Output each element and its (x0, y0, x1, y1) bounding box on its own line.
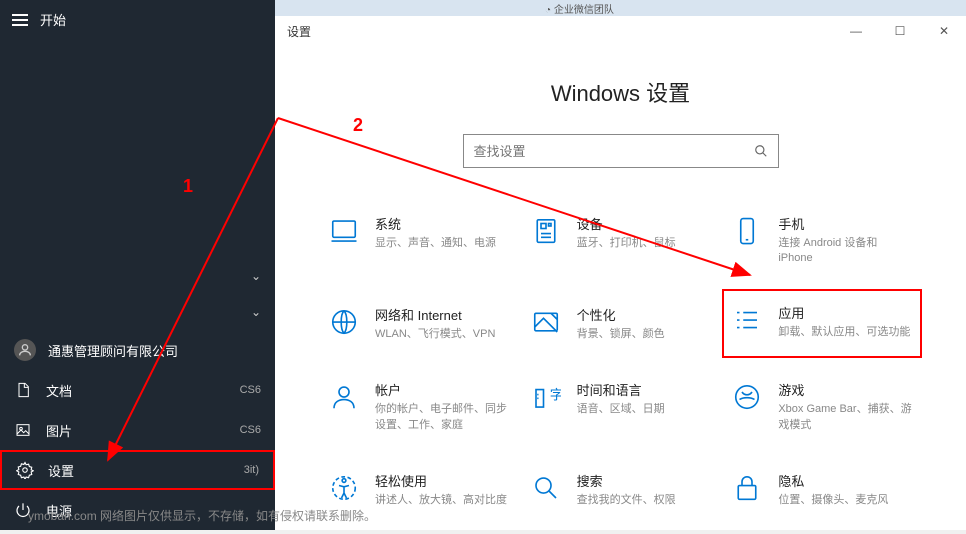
tile-title: 游戏 (778, 380, 914, 399)
pictures-label: 图片 (46, 421, 72, 440)
background-tab-strip: ◔ 企业微信团队 (275, 0, 966, 16)
tile-title: 轻松使用 (375, 471, 507, 490)
pictures-icon (14, 421, 32, 439)
tile-title: 隐私 (778, 471, 888, 490)
tile-personalization[interactable]: 个性化背景、锁屏、颜色 (525, 299, 717, 348)
ease-icon (327, 471, 361, 505)
titlebar: 设置 ― ☐ ✕ (275, 16, 966, 46)
window-controls: ― ☐ ✕ (834, 16, 966, 46)
recent-suffix: CS6 (240, 424, 261, 436)
time-icon: 字 (529, 380, 563, 414)
start-title: 开始 (40, 10, 66, 29)
tile-title: 个性化 (577, 305, 665, 324)
tile-title: 网络和 Internet (375, 305, 495, 324)
tile-search[interactable]: 搜索查找我的文件、权限 (525, 465, 717, 514)
search-tile-icon (529, 471, 563, 505)
recent-app-2[interactable]: ⌄ (0, 294, 275, 330)
chevron-down-icon: ⌄ (251, 305, 261, 319)
recent-suffix: 3it) (244, 464, 259, 476)
recent-app-1[interactable]: ⌄ (0, 258, 275, 294)
tile-network[interactable]: 网络和 Internet WLAN、飞行模式、VPN (323, 299, 515, 348)
user-name: 通惠管理顾问有限公司 (48, 341, 178, 360)
accounts-icon (327, 380, 361, 414)
start-menu: 开始 ⌄ ⌄ 通惠管理顾问有限公司 文档 CS6 图片 CS6 设置 3it) … (0, 0, 275, 530)
tile-accounts[interactable]: 帐户你的帐户、电子邮件、同步设置、工作、家庭 (323, 374, 515, 439)
tile-gaming[interactable]: 游戏 Xbox Game Bar、捕获、游戏模式 (726, 374, 918, 439)
settings-label: 设置 (48, 461, 74, 480)
tile-system[interactable]: 系统显示、声音、通知、电源 (323, 208, 515, 273)
maximize-button[interactable]: ☐ (878, 16, 922, 46)
tile-title: 帐户 (375, 380, 511, 399)
tile-sub: 讲述人、放大镜、高对比度 (375, 493, 507, 508)
tile-phone[interactable]: 手机连接 Android 设备和 iPhone (726, 208, 918, 273)
search-input[interactable] (474, 144, 754, 159)
gear-icon (16, 461, 34, 479)
tile-title: 系统 (375, 214, 496, 233)
tile-sub: Xbox Game Bar、捕获、游戏模式 (778, 402, 914, 433)
tile-devices[interactable]: 设备蓝牙、打印机、鼠标 (525, 208, 717, 273)
tile-title: 设备 (577, 214, 676, 233)
svg-text:字: 字 (549, 388, 560, 403)
search-icon (754, 144, 768, 158)
tile-sub: 连接 Android 设备和 iPhone (778, 236, 914, 267)
chevron-down-icon: ⌄ (251, 269, 261, 283)
tile-title: 手机 (778, 214, 914, 233)
settings-content: Windows 设置 系统显示、声音、通知、电源 设备蓝牙、打印机、鼠标 手机连… (275, 46, 966, 534)
tile-title: 搜索 (577, 471, 676, 490)
tile-title: 时间和语言 (577, 380, 665, 399)
search-bar[interactable] (463, 134, 779, 168)
tile-sub: 你的帐户、电子邮件、同步设置、工作、家庭 (375, 402, 511, 433)
minimize-button[interactable]: ― (834, 16, 878, 46)
annotation-label-2: 2 (353, 115, 363, 136)
tile-sub: 蓝牙、打印机、鼠标 (577, 236, 676, 251)
tile-sub: 背景、锁屏、颜色 (577, 327, 665, 342)
gaming-icon (730, 380, 764, 414)
documents-label: 文档 (46, 381, 72, 400)
tile-sub: 显示、声音、通知、电源 (375, 236, 496, 251)
close-button[interactable]: ✕ (922, 16, 966, 46)
personalization-icon (529, 305, 563, 339)
user-section[interactable]: 通惠管理顾问有限公司 (0, 330, 275, 370)
start-item-settings[interactable]: 设置 3it) (0, 450, 275, 490)
recent-suffix: CS6 (240, 384, 261, 396)
tab-item[interactable]: ◔ 企业微信团队 (535, 1, 624, 16)
start-item-documents[interactable]: 文档 CS6 (0, 370, 275, 410)
network-icon (327, 305, 361, 339)
settings-window: 设置 ― ☐ ✕ Windows 设置 系统显示、声音、通知、电源 设备蓝牙、打… (275, 16, 966, 530)
system-icon (327, 214, 361, 248)
apps-icon (730, 303, 764, 337)
tile-sub: 语音、区域、日期 (577, 402, 665, 417)
settings-grid: 系统显示、声音、通知、电源 设备蓝牙、打印机、鼠标 手机连接 Android 设… (315, 208, 926, 514)
privacy-icon (730, 471, 764, 505)
tile-privacy[interactable]: 隐私位置、摄像头、麦克风 (726, 465, 918, 514)
watermark: ymoban.com 网络图片仅供显示，不存储，如有侵权请联系删除。 (28, 507, 376, 524)
tile-sub: WLAN、飞行模式、VPN (375, 327, 495, 342)
devices-icon (529, 214, 563, 248)
phone-icon (730, 214, 764, 248)
tile-time[interactable]: 字 时间和语言语音、区域、日期 (525, 374, 717, 439)
tile-sub: 位置、摄像头、麦克风 (778, 493, 888, 508)
tile-sub: 卸载、默认应用、可选功能 (778, 325, 910, 340)
avatar-icon (14, 339, 36, 361)
wechat-icon: ◔ (545, 5, 551, 16)
document-icon (14, 381, 32, 399)
window-title: 设置 (287, 23, 311, 40)
tile-apps[interactable]: 应用卸载、默认应用、可选功能 (722, 289, 922, 358)
page-title: Windows 设置 (315, 76, 926, 108)
tile-sub: 查找我的文件、权限 (577, 493, 676, 508)
start-header: 开始 (0, 0, 275, 39)
tile-title: 应用 (778, 303, 910, 322)
hamburger-icon[interactable] (12, 14, 28, 26)
annotation-label-1: 1 (183, 176, 193, 197)
start-item-pictures[interactable]: 图片 CS6 (0, 410, 275, 450)
